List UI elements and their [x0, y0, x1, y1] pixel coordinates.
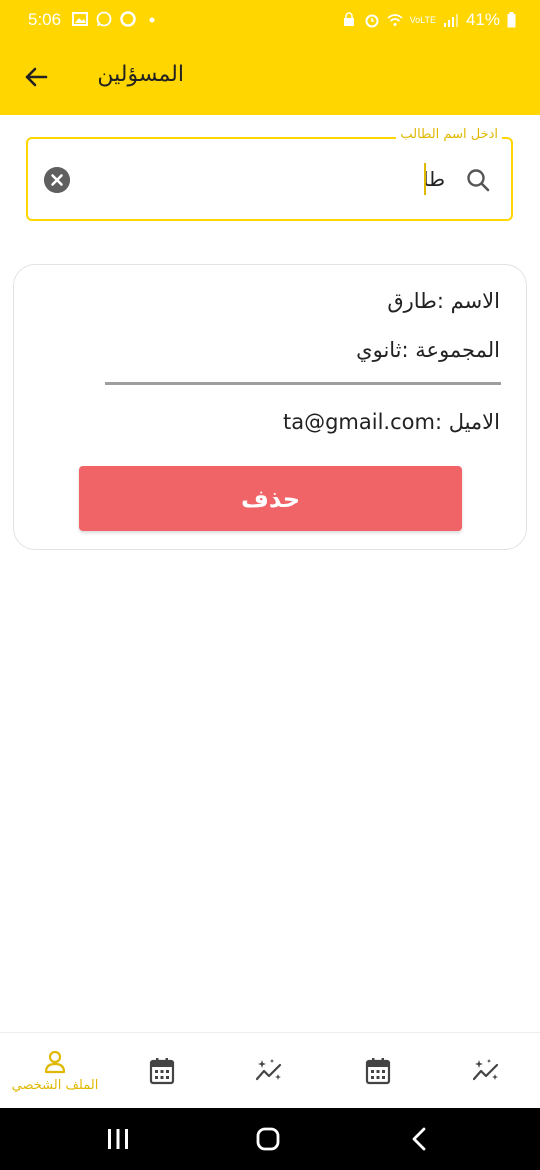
status-right: VoLTE 41% — [341, 10, 516, 30]
alarm-lock-icon — [343, 12, 354, 26]
wifi-icon — [387, 14, 403, 26]
whatsapp-icon — [96, 11, 112, 27]
gallery-icon — [72, 12, 88, 26]
battery-icon — [507, 12, 516, 28]
back-arrow-icon[interactable] — [20, 61, 52, 93]
status-bar: 5:06 VoLTE 41% — [0, 0, 540, 42]
home-icon[interactable] — [252, 1124, 284, 1154]
bottom-navigation: الملف الشخصي — [0, 1032, 540, 1108]
alarm-icon — [365, 14, 379, 28]
clear-icon[interactable] — [44, 167, 70, 193]
search-label: ادخل اسم الطالب — [396, 127, 502, 142]
nav-item-insights-2[interactable] — [437, 1033, 537, 1109]
back-nav-icon[interactable] — [403, 1124, 435, 1154]
student-search-field[interactable] — [26, 137, 513, 221]
signal-icon — [443, 14, 458, 27]
student-card: الاسم :طارق المجموعة :ثانوي الاميل :ta@g… — [13, 264, 527, 550]
calendar-icon — [365, 1058, 391, 1085]
calendar-icon — [149, 1058, 175, 1085]
search-input[interactable] — [105, 161, 445, 197]
text-cursor — [424, 163, 426, 195]
student-group: المجموعة :ثانوي — [356, 338, 500, 362]
student-email: الاميل :ta@gmail.com — [282, 410, 500, 434]
student-name: الاسم :طارق — [387, 289, 500, 313]
person-icon — [44, 1050, 66, 1074]
notification-icons — [72, 11, 160, 27]
dot-icon — [149, 17, 155, 23]
nav-item-profile-label: الملف الشخصي — [11, 1078, 99, 1093]
divider — [105, 382, 501, 385]
page-title: المسؤلين — [97, 62, 184, 87]
app-header: 5:06 VoLTE 41% المسؤلين — [0, 0, 540, 115]
nav-item-insights[interactable] — [220, 1033, 320, 1109]
system-navigation-bar — [0, 1108, 540, 1170]
search-icon — [467, 169, 490, 192]
recent-apps-icon[interactable] — [102, 1124, 134, 1154]
sparkle-chart-icon — [255, 1059, 282, 1081]
nav-item-profile[interactable]: الملف الشخصي — [5, 1033, 105, 1109]
vodafone-icon — [120, 11, 136, 27]
battery-percent: 41% — [465, 10, 500, 29]
status-time: 5:06 — [28, 10, 62, 29]
delete-button[interactable]: حذف — [79, 466, 462, 531]
nav-item-calendar[interactable] — [112, 1033, 212, 1109]
sparkle-chart-icon — [472, 1059, 499, 1081]
volte-label: VoLTE — [409, 15, 436, 25]
nav-item-calendar-2[interactable] — [328, 1033, 428, 1109]
